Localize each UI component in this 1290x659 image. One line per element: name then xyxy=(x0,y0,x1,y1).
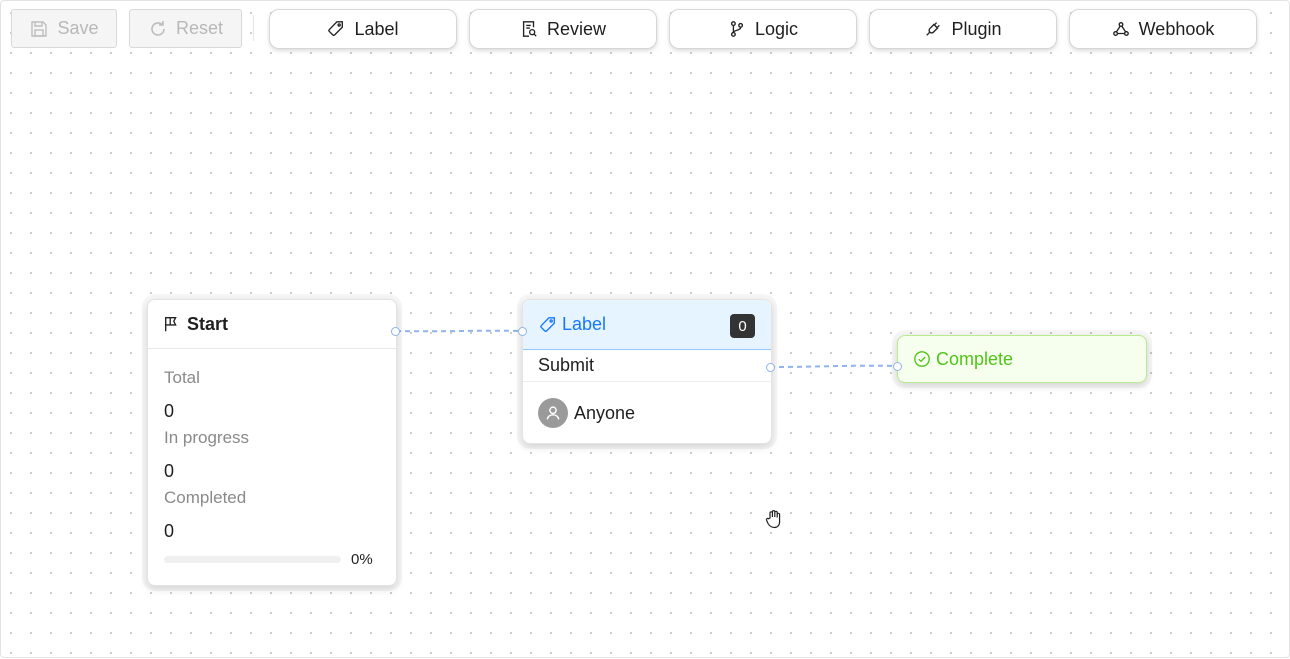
start-node-title: Start xyxy=(187,313,229,334)
hand-cursor-icon xyxy=(765,510,781,529)
stat-value-total: 0 xyxy=(164,401,175,421)
complete-node[interactable]: Complete xyxy=(897,335,1147,383)
stat-value-in-progress: 0 xyxy=(164,461,175,481)
stat-label-completed: Completed xyxy=(164,488,247,507)
assignee-row: Anyone xyxy=(523,382,771,443)
label-node-title: Label xyxy=(562,314,607,334)
complete-node-input-handle[interactable] xyxy=(893,362,902,371)
task-count-badge: 0 xyxy=(730,314,755,338)
edge-start-to-label xyxy=(395,329,523,333)
action-label: Submit xyxy=(538,355,595,375)
flag-icon xyxy=(165,317,177,332)
label-node-input-handle[interactable] xyxy=(518,327,527,336)
label-node-action: Submit xyxy=(523,350,771,382)
label-node-header: Label 0 xyxy=(523,300,771,350)
start-node[interactable]: Start Total 0 In progress 0 Completed 0 … xyxy=(147,299,397,586)
label-node-output-handle[interactable] xyxy=(766,363,775,372)
avatar xyxy=(538,398,568,428)
start-node-output-handle[interactable] xyxy=(391,327,400,336)
label-node[interactable]: Label 0 Submit Anyone xyxy=(522,299,772,444)
tag-icon xyxy=(540,316,555,332)
start-node-header: Start xyxy=(148,300,396,349)
stat-label-in-progress: In progress xyxy=(164,428,250,447)
complete-node-title: Complete xyxy=(936,348,1014,369)
stat-label-total: Total xyxy=(164,368,200,387)
progress-bar xyxy=(164,556,341,563)
edge-label-to-complete xyxy=(769,364,899,368)
workflow-canvas[interactable]: Save Reset Label Review Logic Plugin Web… xyxy=(0,0,1290,658)
progress-percent: 0% xyxy=(351,551,373,568)
check-circle-icon xyxy=(914,351,930,367)
user-icon xyxy=(546,406,560,420)
assignee-name: Anyone xyxy=(574,402,636,423)
stat-value-completed: 0 xyxy=(164,521,175,541)
